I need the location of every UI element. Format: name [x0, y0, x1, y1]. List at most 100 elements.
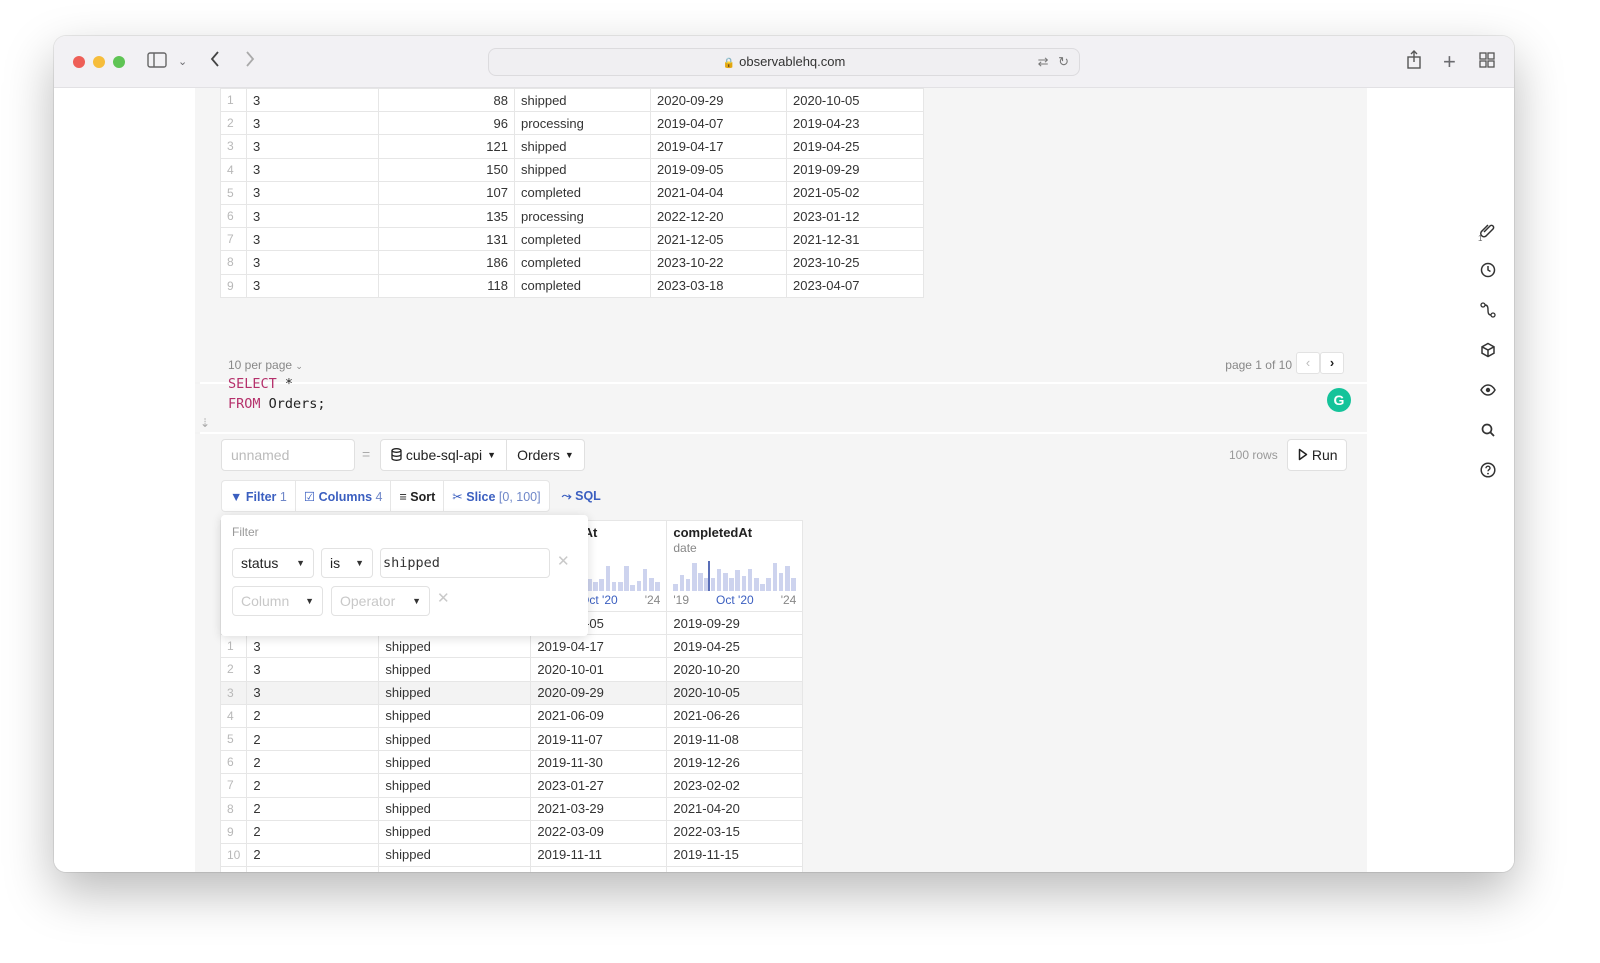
table-row[interactable]: 3 3 121 shipped 2019-04-17 2019-04-25: [220, 134, 924, 159]
histogram-bar: [760, 583, 765, 591]
minimize-window-button[interactable]: [93, 56, 105, 68]
cell: 121: [378, 134, 515, 159]
histogram-bar: [593, 582, 598, 591]
sql-editor[interactable]: SELECT * FROM Orders;: [228, 374, 326, 414]
table-row[interactable]: 4 3 150 shipped 2019-09-05 2019-09-29: [220, 157, 924, 182]
histogram-bar: [729, 577, 734, 591]
histogram-bar: [685, 579, 691, 591]
tab-overview-icon[interactable]: [1479, 50, 1495, 74]
sidebar-icon[interactable]: [147, 50, 167, 74]
cell: shipped: [514, 87, 651, 113]
collapse-icon[interactable]: ⇣: [200, 416, 210, 430]
table-row[interactable]: 2 3 shipped 2020-10-01 2020-10-20: [219, 657, 804, 682]
histogram-bar: [655, 582, 660, 591]
completedAt-histogram[interactable]: [673, 559, 796, 591]
table-row[interactable]: 5 3 107 completed 2021-04-04 2021-05-02: [220, 180, 924, 205]
cell: 2020-10-05: [666, 680, 804, 705]
row-number: 9: [220, 273, 247, 298]
grammarly-icon[interactable]: G: [1327, 388, 1351, 412]
reload-icon[interactable]: ↻: [1058, 54, 1069, 69]
cell: 150: [378, 157, 515, 182]
table-row[interactable]: 7 2 shipped 2023-01-27 2023-02-02: [219, 773, 804, 798]
table-row[interactable]: 112shipped2023-08-292023-09-28: [219, 866, 804, 872]
table-row[interactable]: 8 3 186 completed 2023-10-22 2023-10-25: [220, 250, 924, 275]
column-header-completedAt[interactable]: completedAt date '19 Oct '20'24: [666, 520, 804, 612]
table-row[interactable]: 6 3 135 processing 2022-12-20 2023-01-12: [220, 203, 924, 229]
per-page-select[interactable]: 10 per page ⌄: [228, 358, 303, 372]
run-button[interactable]: Run: [1287, 439, 1347, 471]
cell-name-input[interactable]: unnamed: [221, 439, 355, 471]
table-row[interactable]: 1 3 88 shipped 2020-09-29 2020-10-05: [220, 87, 924, 113]
cell: 2019-11-07: [530, 726, 668, 752]
cell: 2022-12-20: [650, 203, 787, 229]
cell: 3: [246, 203, 379, 229]
filter-value-input[interactable]: shipped: [380, 548, 550, 578]
cell: 96: [378, 111, 515, 136]
cell: 2019-04-25: [786, 134, 924, 159]
table-row[interactable]: 2 3 96 processing 2019-04-07 2019-04-23: [220, 111, 924, 136]
chevron-down-icon[interactable]: ⌄: [178, 50, 187, 74]
histogram-bar: [691, 562, 697, 591]
slice-button[interactable]: ✂ Slice [0, 100]: [443, 480, 550, 512]
browser-window: ⌄ 🔒observablehq.com ⇄ ↻ + 1388shippe: [54, 36, 1514, 872]
table-row[interactable]: 9 3 118 completed 2023-03-18 2023-04-07: [220, 273, 924, 298]
histogram-bar: [599, 579, 605, 591]
table-row[interactable]: 8 2 shipped 2021-03-29 2021-04-20: [219, 796, 804, 821]
translate-icon[interactable]: ⇄: [1038, 54, 1049, 69]
histogram-bar: [630, 585, 636, 591]
cell: 2020-10-05: [786, 87, 924, 113]
new-filter-operator-select[interactable]: Operator ▼: [331, 586, 430, 616]
history-icon[interactable]: [1476, 258, 1500, 282]
previous-page-button[interactable]: ‹: [1296, 352, 1320, 374]
remove-filter-icon[interactable]: ✕: [557, 552, 570, 570]
cell: 3: [246, 180, 379, 205]
caret-down-icon: ▼: [305, 596, 314, 606]
database-select[interactable]: cube-sql-api ▼: [381, 440, 506, 470]
eye-icon[interactable]: [1476, 378, 1500, 402]
address-bar[interactable]: 🔒 observablehq.com ⇄ ↻: [488, 48, 1080, 76]
histogram-bar: [741, 576, 747, 591]
filter-operator-select[interactable]: is ▼: [321, 548, 373, 578]
cell: 3: [246, 680, 380, 705]
table-row[interactable]: 4 2 shipped 2021-06-09 2021-06-26: [219, 703, 804, 728]
table-row[interactable]: 1 3 shipped 2019-04-17 2019-04-25: [219, 634, 804, 659]
close-window-button[interactable]: [73, 56, 85, 68]
filter-button[interactable]: ▼ Filter 1: [221, 480, 295, 512]
sql-link-button[interactable]: ⤳ SQL: [550, 480, 613, 512]
cell: 3: [246, 634, 380, 659]
table-row[interactable]: 6 2 shipped 2019-11-30 2019-12-26: [219, 750, 804, 775]
cell: 2019-04-07: [650, 111, 787, 136]
cell: 3: [246, 273, 379, 298]
table-select[interactable]: Orders ▼: [506, 440, 584, 470]
new-tab-icon[interactable]: +: [1443, 50, 1456, 74]
forward-icon[interactable]: [244, 50, 256, 74]
back-icon[interactable]: [209, 50, 221, 74]
package-icon[interactable]: [1476, 338, 1500, 362]
table-row[interactable]: 9 2 shipped 2022-03-09 2022-03-15: [219, 819, 804, 844]
filter-column-select[interactable]: status ▼: [232, 548, 314, 578]
cell: 2023-02-02: [666, 773, 804, 798]
next-page-button[interactable]: ›: [1320, 352, 1344, 374]
sort-button[interactable]: ≡ Sort: [390, 480, 444, 512]
table-row[interactable]: 10 2 shipped 2019-11-11 2019-11-15: [219, 842, 804, 868]
table-row[interactable]: 5 2 shipped 2019-11-07 2019-11-08: [219, 726, 804, 752]
table-row[interactable]: 7 3 131 completed 2021-12-05 2021-12-31: [220, 227, 924, 252]
share-icon[interactable]: [1406, 50, 1422, 76]
paperclip-icon[interactable]: 1: [1476, 218, 1500, 243]
caret-down-icon: ▼: [487, 450, 497, 460]
cell: 2022-03-15: [666, 819, 804, 844]
zoom-window-button[interactable]: [113, 56, 125, 68]
search-icon[interactable]: [1476, 418, 1500, 442]
table-row[interactable]: 3 3 shipped 2020-09-29 2020-10-05: [219, 680, 804, 705]
cell: 2023-03-18: [650, 273, 787, 298]
columns-button[interactable]: ☑ Columns 4: [294, 480, 391, 512]
help-icon[interactable]: [1476, 458, 1500, 482]
cell: 2: [246, 819, 380, 844]
row-number: 3: [219, 680, 248, 705]
cell: 3: [246, 134, 379, 159]
cell: processing: [514, 111, 651, 136]
path-icon[interactable]: [1476, 298, 1500, 322]
sort-icon: ≡: [399, 490, 407, 504]
remove-new-filter-icon[interactable]: ✕: [437, 589, 450, 607]
new-filter-column-select[interactable]: Column ▼: [232, 586, 323, 616]
